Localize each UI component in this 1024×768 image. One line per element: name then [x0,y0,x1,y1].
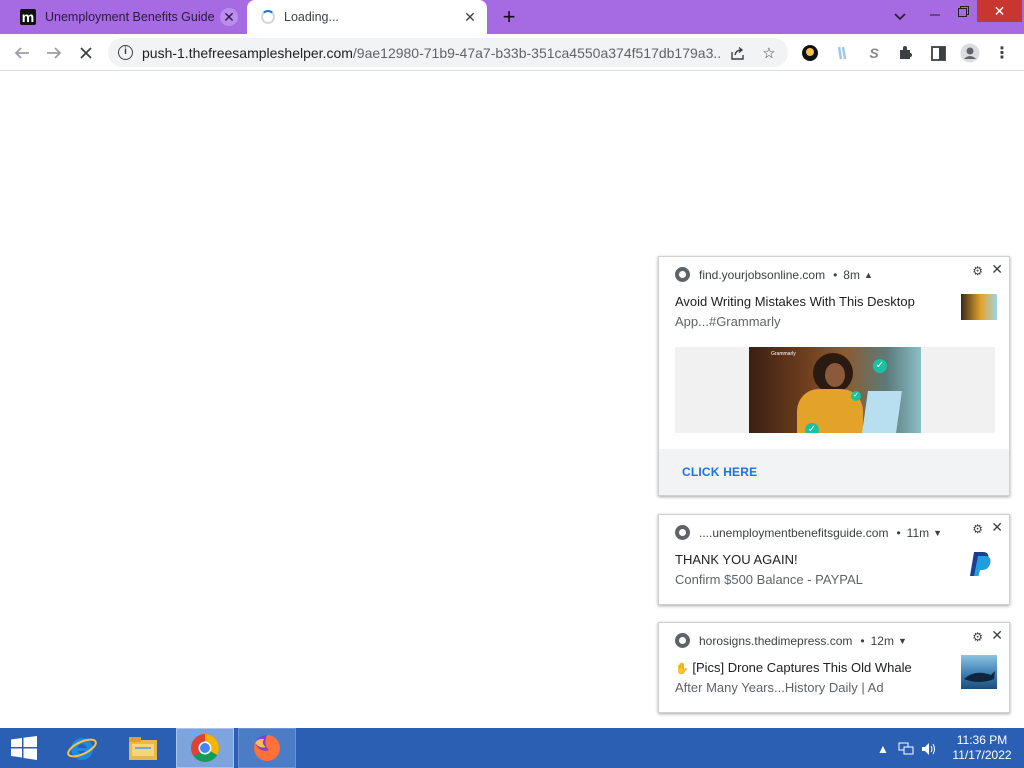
notification-time: 8m [843,267,860,282]
windows-taskbar [0,728,1024,768]
notification-title: THANK YOU AGAIN! [675,552,798,567]
checkmark-icon: ✓ [805,423,819,433]
close-icon[interactable]: ✕ [991,519,1003,536]
paypal-icon [970,552,991,576]
chrome-icon [675,633,690,648]
taskbar-clock[interactable]: 11:36 PM 11/17/2022 [944,733,1020,763]
menu-kebab-icon[interactable]: ⋮ [991,42,1013,64]
tab-loading[interactable]: Loading... ✕ [247,0,487,34]
grammarly-ad-image: Grammarly ✓ ✓ ✓ [749,347,921,433]
gear-icon[interactable]: ⚙ [972,522,983,536]
extension-avatar-icon[interactable] [799,42,821,64]
start-button[interactable] [0,728,48,768]
network-icon[interactable] [898,740,914,758]
chrome-icon [675,267,690,282]
stop-loading-button[interactable] [75,42,97,64]
tab-search-chevron-icon[interactable] [888,6,912,28]
notification-header: horosigns.thedimepress.com • 12m ▼ [675,633,907,648]
gear-icon[interactable]: ⚙ [972,630,983,644]
site-info-icon[interactable]: i [118,45,133,60]
profile-avatar-icon[interactable] [959,42,981,64]
firefox-taskbar-icon[interactable] [238,728,296,768]
image-brand-text: Grammarly [771,351,796,357]
url-path: /9ae12980-71b9-47a7-b33b-351ca4550a374f5… [352,44,722,61]
windows-logo-icon [11,736,37,760]
notification-thumbnail [961,294,997,320]
chevron-down-icon[interactable]: ▼ [898,636,907,646]
loading-spinner-icon [261,10,275,24]
notification-body: Confirm $500 Balance - PAYPAL [675,572,863,587]
tab-unemployment-benefits[interactable]: m Unemployment Benefits Guide ✕ [8,0,246,34]
notification-action-button[interactable]: CLICK HERE [659,449,1009,495]
whale-thumbnail-icon [961,655,997,689]
notification-header: find.yourjobsonline.com • 8m ▲ [675,267,873,282]
m-logo-icon: m [20,9,36,25]
restore-button[interactable] [950,0,976,22]
gear-icon[interactable]: ⚙ [972,264,983,278]
close-icon[interactable]: ✕ [991,261,1003,278]
chrome-icon [675,525,690,540]
extension-s-icon[interactable]: S [863,42,885,64]
new-tab-button[interactable]: + [497,4,521,29]
tab-title: Unemployment Benefits Guide [45,10,215,24]
tab-close-icon[interactable]: ✕ [220,8,238,26]
bookmark-star-icon[interactable]: ☆ [758,42,780,64]
notification-source: find.yourjobsonline.com [699,267,826,282]
forward-button[interactable] [43,42,65,64]
clock-date: 11/17/2022 [952,748,1012,762]
tab-strip: m Unemployment Benefits Guide ✕ Loading.… [0,0,1024,34]
browser-toolbar: i push-1.thefreesampleshelper.com/9ae129… [0,34,1024,71]
chevron-up-icon[interactable]: ▲ [864,270,873,280]
volume-icon[interactable] [921,740,937,758]
chrome-taskbar-icon[interactable] [176,728,234,768]
file-explorer-icon[interactable] [116,728,170,768]
notification-paypal[interactable]: ....unemploymentbenefitsguide.com • 11m … [658,514,1010,605]
notification-grammarly[interactable]: find.yourjobsonline.com • 8m ▲ ⚙ ✕ Avoid… [658,256,1010,496]
notification-title: Avoid Writing Mistakes With This Desktop [675,294,915,309]
notification-body: After Many Years...History Daily | Ad [675,680,884,695]
tray-expand-icon[interactable]: ▲ [877,740,889,758]
notification-title-row: ✋ [Pics] Drone Captures This Old Whale [675,660,912,675]
tab-title: Loading... [284,10,339,24]
back-button[interactable] [11,42,33,64]
notification-source: ....unemploymentbenefitsguide.com [699,525,889,540]
checkmark-icon: ✓ [851,391,861,401]
notification-whale[interactable]: horosigns.thedimepress.com • 12m ▼ ⚙ ✕ ✋… [658,622,1010,713]
notification-source: horosigns.thedimepress.com [699,633,853,648]
notification-title: [Pics] Drone Captures This Old Whale [692,660,912,675]
address-bar[interactable]: i push-1.thefreesampleshelper.com/9ae129… [108,38,788,67]
side-panel-icon[interactable] [927,42,949,64]
url-text[interactable]: push-1.thefreesampleshelper.com/9ae12980… [142,45,722,61]
extension-droplet-icon[interactable] [831,42,853,64]
tab-close-icon[interactable]: ✕ [461,8,479,26]
notification-image: Grammarly ✓ ✓ ✓ [675,347,995,433]
clock-time: 11:36 PM [956,733,1008,747]
notification-header: ....unemploymentbenefitsguide.com • 11m … [675,525,942,540]
chevron-down-icon[interactable]: ▼ [933,528,942,538]
waving-hand-emoji-icon: ✋ [675,663,689,675]
url-host: push-1.thefreesampleshelper.com [142,44,353,61]
action-label: CLICK HERE [682,465,758,479]
checkmark-icon: ✓ [873,359,887,373]
extensions-puzzle-icon[interactable] [895,42,917,64]
notification-body: App...#Grammarly [675,314,781,329]
close-icon[interactable]: ✕ [991,627,1003,644]
minimize-button[interactable] [922,0,948,22]
share-icon[interactable] [726,42,748,64]
notification-time: 12m [870,633,894,648]
internet-explorer-icon[interactable] [56,728,108,768]
window-close-button[interactable]: ✕ [977,0,1022,22]
notification-time: 11m [906,525,930,540]
